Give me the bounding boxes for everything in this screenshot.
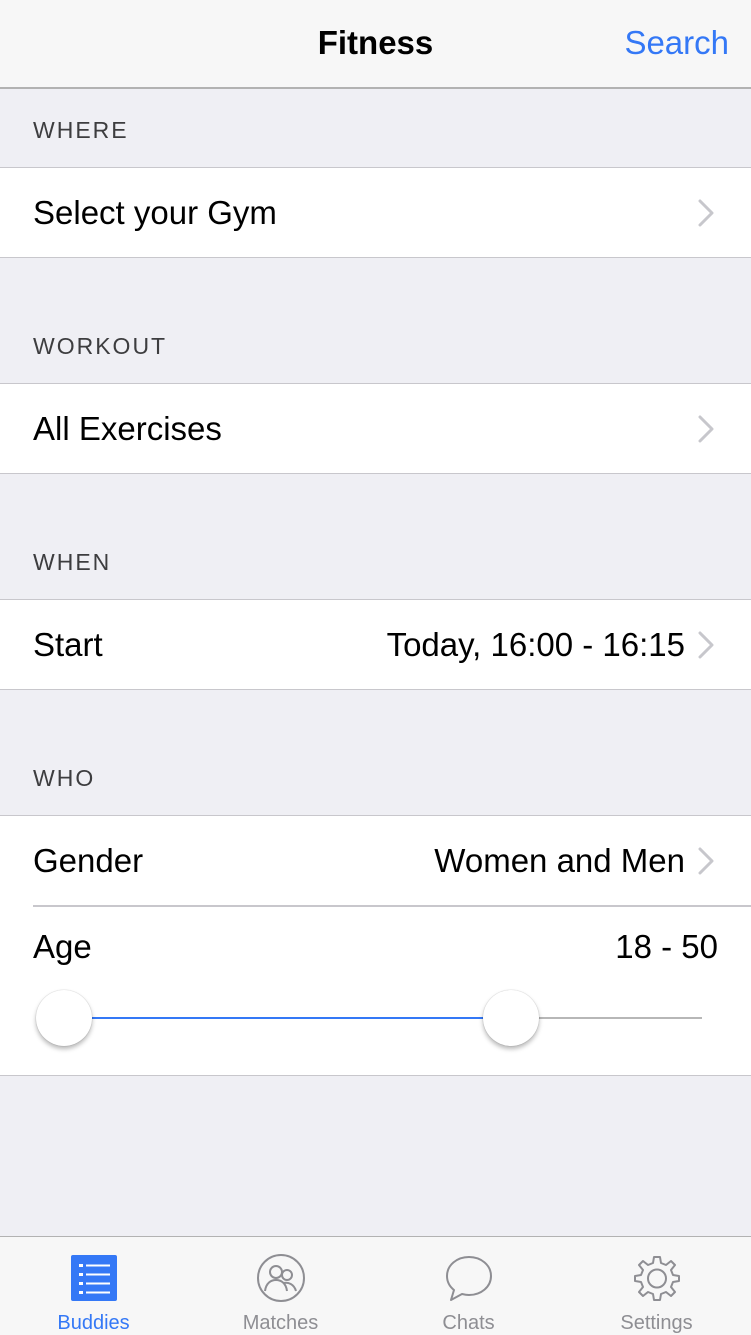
navigation-bar: Fitness Search <box>0 0 751 89</box>
age-range-value: 18 - 50 <box>615 928 718 965</box>
age-min-thumb[interactable] <box>36 990 92 1046</box>
when-group: Start Today, 16:00 - 16:15 <box>0 599 751 690</box>
tab-buddies[interactable]: Buddies <box>0 1237 187 1335</box>
select-gym-row[interactable]: Select your Gym <box>0 168 751 257</box>
start-time-value: Today, 16:00 - 16:15 <box>386 626 685 663</box>
tab-label: Settings <box>620 1312 693 1334</box>
tab-settings[interactable]: Settings <box>563 1237 750 1335</box>
section-header-who: WHO <box>33 765 96 791</box>
chevron-right-icon <box>698 199 714 227</box>
chevron-right-icon <box>698 415 714 443</box>
section-header-when: WHEN <box>33 549 112 575</box>
people-icon <box>256 1254 305 1302</box>
tab-label: Buddies <box>57 1312 130 1334</box>
gear-icon <box>633 1256 680 1301</box>
section-header-where: WHERE <box>33 117 129 143</box>
gender-row[interactable]: Gender Women and Men <box>0 816 751 905</box>
search-button[interactable]: Search <box>624 24 729 62</box>
start-label: Start <box>33 626 103 663</box>
exercises-label: All Exercises <box>33 410 222 447</box>
age-max-thumb[interactable] <box>482 990 539 1046</box>
gender-label: Gender <box>33 842 144 879</box>
tab-label: Chats <box>442 1312 495 1334</box>
gender-value: Women and Men <box>434 842 685 879</box>
tab-chats[interactable]: Chats <box>375 1237 562 1335</box>
select-gym-label: Select your Gym <box>33 194 277 231</box>
tab-bar: Buddies Matches Chats Settings <box>0 1236 751 1335</box>
exercises-row[interactable]: All Exercises <box>0 384 751 473</box>
workout-group: All Exercises <box>0 383 751 474</box>
section-header-workout: WORKOUT <box>33 333 168 359</box>
start-time-row[interactable]: Start Today, 16:00 - 16:15 <box>0 600 751 689</box>
tab-matches[interactable]: Matches <box>187 1237 374 1335</box>
who-group: Gender Women and Men Age 18 - 50 <box>0 815 751 1076</box>
age-slider-fill <box>64 1017 511 1019</box>
where-group: Select your Gym <box>0 167 751 258</box>
age-row: Age 18 - 50 <box>0 905 751 1075</box>
list-icon <box>70 1255 117 1301</box>
tab-label: Matches <box>242 1312 319 1334</box>
chevron-right-icon <box>698 631 714 659</box>
chevron-right-icon <box>698 847 714 875</box>
age-label: Age <box>33 928 92 965</box>
chat-bubble-icon <box>445 1256 492 1301</box>
